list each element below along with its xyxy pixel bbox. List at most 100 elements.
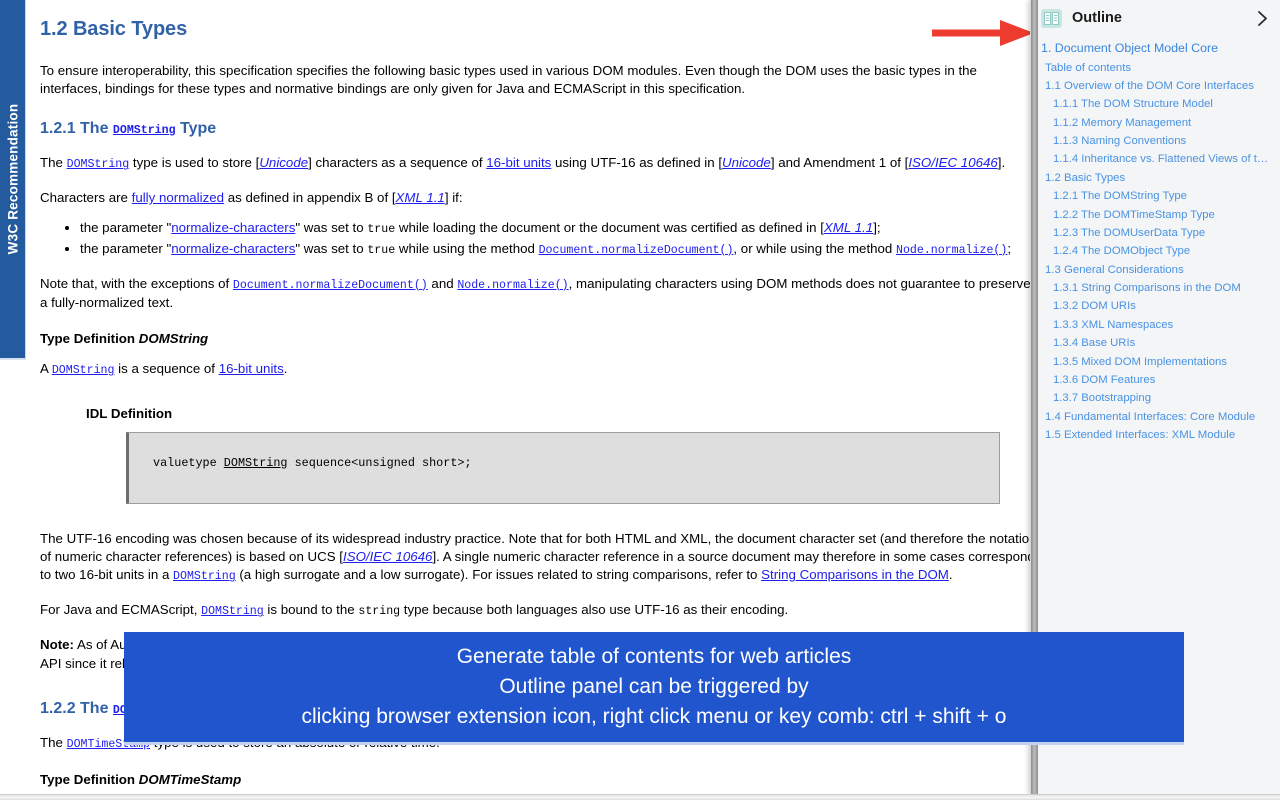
txt: , or while using the method xyxy=(733,240,897,256)
node-normalize-link-2[interactable]: Node.normalize() xyxy=(457,279,568,292)
txt: ] and Amendment 1 of [ xyxy=(770,155,909,171)
outline-item-7[interactable]: 1.2 Basic Types xyxy=(1031,169,1280,187)
txt: Note that, with the exceptions of xyxy=(40,275,233,291)
outline-item-13[interactable]: 1.3.1 String Comparisons in the DOM xyxy=(1031,279,1280,297)
iso-iec-10646-link[interactable]: ISO/IEC 10646 xyxy=(908,155,997,170)
iso-iec-10646-link-2[interactable]: ISO/IEC 10646 xyxy=(343,549,432,564)
paragraph-exceptions-note: Note that, with the exceptions of Docume… xyxy=(40,275,1040,312)
normalize-characters-link[interactable]: normalize-characters xyxy=(171,220,295,235)
outline-item-list: 1. Document Object Model Core Table of c… xyxy=(1031,34,1280,444)
caption-line-1: Generate table of contents for web artic… xyxy=(456,645,852,669)
sixteen-bit-units-link-2[interactable]: 16-bit units xyxy=(219,361,284,376)
domstring-code-link-4[interactable]: DOMString xyxy=(201,605,264,618)
w3c-recommendation-banner: W3C Recommendation xyxy=(0,0,26,360)
txt: Characters are xyxy=(40,190,132,206)
domstring-code-link-2[interactable]: DOMString xyxy=(52,364,115,377)
txt: ] if: xyxy=(444,190,463,206)
page-title: 1.2 Basic Types xyxy=(40,18,188,40)
type-definition-domtimestamp-label: Type Definition DOMTimeStamp xyxy=(40,771,1040,789)
normalization-bullet-list: the parameter "normalize-characters" was… xyxy=(40,219,1040,259)
sixteen-bit-units-link[interactable]: 16-bit units xyxy=(486,155,551,170)
outline-item-20[interactable]: 1.4 Fundamental Interfaces: Core Module xyxy=(1031,408,1280,426)
outline-item-21[interactable]: 1.5 Extended Interfaces: XML Module xyxy=(1031,426,1280,444)
outline-book-icon xyxy=(1041,8,1062,28)
outline-item-19[interactable]: 1.3.7 Bootstrapping xyxy=(1031,389,1280,407)
txt: Type Definition xyxy=(40,771,139,787)
txt: ; xyxy=(1007,240,1012,256)
txt: as defined in appendix B of [ xyxy=(224,190,396,206)
intro-paragraph: To ensure interoperability, this specifi… xyxy=(40,62,977,96)
heading-1-2-1-suffix: Type xyxy=(175,120,217,138)
outline-item-18[interactable]: 1.3.6 DOM Features xyxy=(1031,371,1280,389)
txt: (a high surrogate and a low surrogate). … xyxy=(235,567,762,583)
paragraph-domstring-store: The DOMString type is used to store [Uni… xyxy=(40,154,1040,173)
fully-normalized-link[interactable]: fully normalized xyxy=(132,190,224,205)
horizontal-scrollbar[interactable] xyxy=(0,794,1280,800)
string-comparisons-link[interactable]: String Comparisons in the DOM xyxy=(761,567,949,582)
outline-item-11[interactable]: 1.2.4 The DOMObject Type xyxy=(1031,242,1280,260)
txt: while loading the document or the docume… xyxy=(395,219,824,235)
txt: . xyxy=(283,361,288,377)
outline-item-6[interactable]: 1.1.4 Inheritance vs. Flattened Views of… xyxy=(1031,150,1280,168)
txt: sequence<unsigned short>; xyxy=(287,455,472,470)
idl-code-block: valuetype DOMString sequence<unsigned sh… xyxy=(126,431,1000,504)
txt: . xyxy=(948,567,953,583)
outline-item-5[interactable]: 1.1.3 Naming Conventions xyxy=(1031,132,1280,150)
string-literal: string xyxy=(358,605,401,619)
txt: " was set to xyxy=(295,240,368,256)
txt: ]; xyxy=(873,219,881,235)
outline-item-4[interactable]: 1.1.2 Memory Management xyxy=(1031,114,1280,132)
outline-item-15[interactable]: 1.3.3 XML Namespaces xyxy=(1031,316,1280,334)
typedef-name-2: DOMTimeStamp xyxy=(138,771,242,787)
outline-item-2[interactable]: 1.1 Overview of the DOM Core Interfaces xyxy=(1031,77,1280,95)
true-literal: true xyxy=(367,222,396,236)
txt: while using the method xyxy=(395,240,539,256)
document-normalizedocument-link-2[interactable]: Document.normalizeDocument() xyxy=(233,279,428,292)
txt: Type Definition xyxy=(40,330,139,346)
caption-line-3: clicking browser extension icon, right c… xyxy=(301,704,1007,728)
typedef-name: DOMString xyxy=(138,330,209,346)
normalize-characters-link-2[interactable]: normalize-characters xyxy=(171,241,295,256)
heading-1-2-1: 1.2.1 The DOMString Type xyxy=(40,118,1040,140)
outline-item-12[interactable]: 1.3 General Considerations xyxy=(1031,261,1280,279)
domstring-code-link[interactable]: DOMString xyxy=(67,158,130,171)
outline-item-14[interactable]: 1.3.2 DOM URIs xyxy=(1031,297,1280,315)
txt: For Java and ECMAScript, xyxy=(40,602,202,618)
outline-item-0[interactable]: 1. Document Object Model Core xyxy=(1031,38,1280,58)
heading-1-2-1-prefix: 1.2.1 The xyxy=(40,120,113,138)
heading-1-2-2-prefix: 1.2.2 The xyxy=(40,699,113,717)
outline-item-16[interactable]: 1.3.4 Base URIs xyxy=(1031,334,1280,352)
xml-1-1-link-2[interactable]: XML 1.1 xyxy=(824,220,873,235)
outline-item-9[interactable]: 1.2.2 The DOMTimeStamp Type xyxy=(1031,205,1280,223)
outline-item-1[interactable]: Table of contents xyxy=(1031,58,1280,76)
unicode-link[interactable]: Unicode xyxy=(259,155,308,170)
txt: the parameter " xyxy=(80,240,172,256)
idl-domstring-link[interactable]: DOMString xyxy=(224,456,288,470)
outline-item-10[interactable]: 1.2.3 The DOMUserData Type xyxy=(1031,224,1280,242)
txt: The xyxy=(40,155,67,171)
txt: is bound to the xyxy=(263,602,359,618)
caption-line-2: Outline panel can be triggered by xyxy=(499,675,809,699)
note-label: Note: xyxy=(40,637,74,653)
node-normalize-link[interactable]: Node.normalize() xyxy=(896,244,1007,257)
xml-1-1-link[interactable]: XML 1.1 xyxy=(396,190,445,205)
caption-banner: Generate table of contents for web artic… xyxy=(124,632,1184,745)
chevron-right-icon[interactable] xyxy=(1252,8,1272,28)
document-normalizedocument-link[interactable]: Document.normalizeDocument() xyxy=(539,244,734,257)
outline-item-8[interactable]: 1.2.1 The DOMString Type xyxy=(1031,187,1280,205)
txt: the parameter " xyxy=(80,219,172,235)
heading-1-2-1-code-link[interactable]: DOMString xyxy=(113,124,176,137)
txt: ]. xyxy=(997,155,1006,171)
txt: and xyxy=(427,275,458,291)
type-definition-domstring-label: Type Definition DOMString xyxy=(40,330,1040,348)
outline-item-3[interactable]: 1.1.1 The DOM Structure Model xyxy=(1031,95,1280,113)
domstring-code-link-3[interactable]: DOMString xyxy=(173,570,236,583)
unicode-link-2[interactable]: Unicode xyxy=(722,155,771,170)
outline-panel-header: Outline xyxy=(1031,2,1280,34)
txt: type because both languages also use UTF… xyxy=(400,602,789,618)
txt: A xyxy=(40,361,52,377)
outline-panel-title: Outline xyxy=(1072,10,1122,26)
outline-item-17[interactable]: 1.3.5 Mixed DOM Implementations xyxy=(1031,352,1280,370)
w3c-recommendation-label: W3C Recommendation xyxy=(5,103,20,255)
txt: ] characters as a sequence of xyxy=(308,155,487,171)
